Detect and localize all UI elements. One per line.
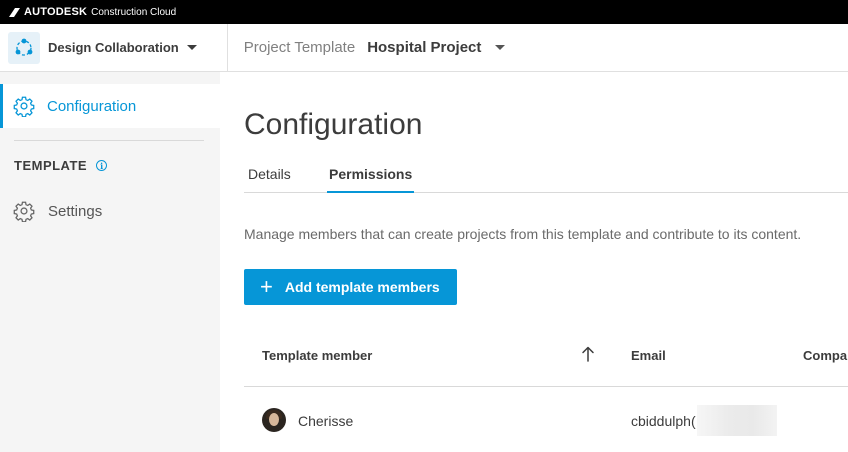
sidebar-item-configuration[interactable]: Configuration	[0, 84, 220, 128]
add-template-members-button[interactable]: + Add template members	[244, 269, 457, 305]
button-label: Add template members	[284, 279, 440, 295]
brand-bar: AUTODESK Construction Cloud	[0, 0, 848, 24]
sidebar: Configuration TEMPLATE i Settings	[0, 72, 220, 452]
member-name: Cherisse	[298, 413, 354, 429]
chevron-down-icon	[495, 45, 506, 50]
project-name: Hospital Project	[367, 39, 482, 56]
info-icon[interactable]: i	[96, 160, 108, 171]
page-title: Configuration	[244, 108, 423, 141]
sort-ascending-icon[interactable]	[580, 344, 596, 364]
main-content: Configuration Details Permissions Manage…	[220, 72, 848, 452]
tab-bar: Details Permissions	[244, 166, 848, 193]
member-email: cbiddulph(	[631, 413, 696, 429]
autodesk-logo-icon	[9, 7, 20, 17]
product-name: Design Collaboration	[48, 40, 179, 55]
column-header-email[interactable]: Email	[631, 348, 666, 363]
tab-details[interactable]: Details	[248, 166, 291, 193]
redacted-email-overlay	[697, 405, 777, 436]
table-header: Template member Email Compa	[244, 330, 848, 387]
avatar	[262, 408, 286, 432]
column-header-template-member[interactable]: Template member	[262, 348, 372, 363]
product-switcher[interactable]: Design Collaboration	[0, 23, 228, 72]
gear-icon	[13, 201, 35, 222]
column-header-company[interactable]: Compa	[803, 348, 847, 363]
table-row[interactable]: Cherisse cbiddulph(	[244, 387, 848, 452]
gear-icon	[13, 96, 35, 117]
chevron-down-icon	[186, 45, 197, 50]
brand-product: Construction Cloud	[91, 6, 177, 18]
sidebar-item-label: Configuration	[47, 97, 137, 115]
brand-name: AUTODESK	[24, 6, 88, 18]
project-picker[interactable]: Project Template Hospital Project	[244, 39, 506, 56]
app-header: Design Collaboration Project Template Ho…	[0, 23, 848, 72]
project-label: Project Template	[243, 39, 356, 56]
sidebar-divider	[14, 140, 204, 141]
sidebar-item-settings[interactable]: Settings	[0, 192, 220, 230]
section-title: TEMPLATE	[14, 158, 88, 173]
permissions-description: Manage members that can create projects …	[244, 226, 802, 242]
sidebar-section-template: TEMPLATE i	[14, 158, 108, 173]
design-collaboration-icon	[8, 31, 40, 64]
tab-permissions[interactable]: Permissions	[327, 166, 415, 193]
plus-icon: +	[260, 274, 273, 299]
sidebar-item-label: Settings	[48, 202, 103, 220]
